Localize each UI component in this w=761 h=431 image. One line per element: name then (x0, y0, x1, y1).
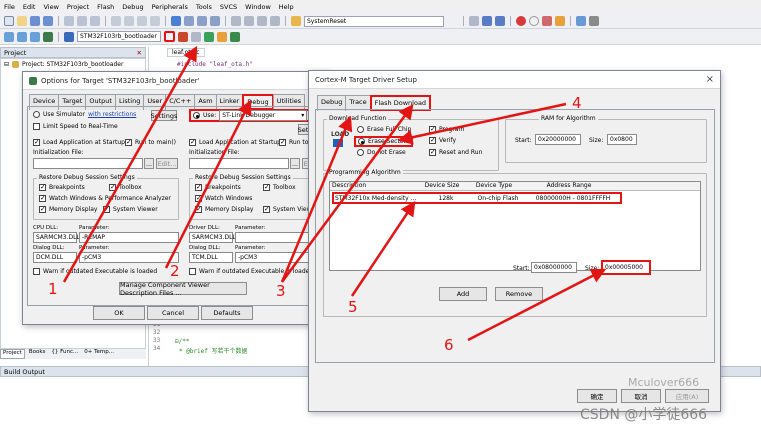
watermark-mculover: Mculover666 (628, 376, 700, 389)
annotation-4: 4 (572, 94, 582, 112)
arrow-2 (164, 99, 252, 269)
annotation-3: 3 (276, 282, 286, 300)
arrow-4 (397, 102, 567, 145)
annotation-1: 1 (48, 280, 58, 298)
annotation-arrows (62, 45, 607, 342)
annotation-2: 2 (170, 262, 180, 280)
watermark-csdn: CSDN @小学徒666 (580, 407, 708, 423)
arrow-6 (467, 268, 607, 342)
annotation-6: 6 (444, 336, 454, 354)
arrow-3-b (280, 103, 414, 283)
arrow-3-a (280, 115, 353, 283)
annotation-5: 5 (348, 298, 358, 316)
arrow-5 (350, 200, 416, 297)
